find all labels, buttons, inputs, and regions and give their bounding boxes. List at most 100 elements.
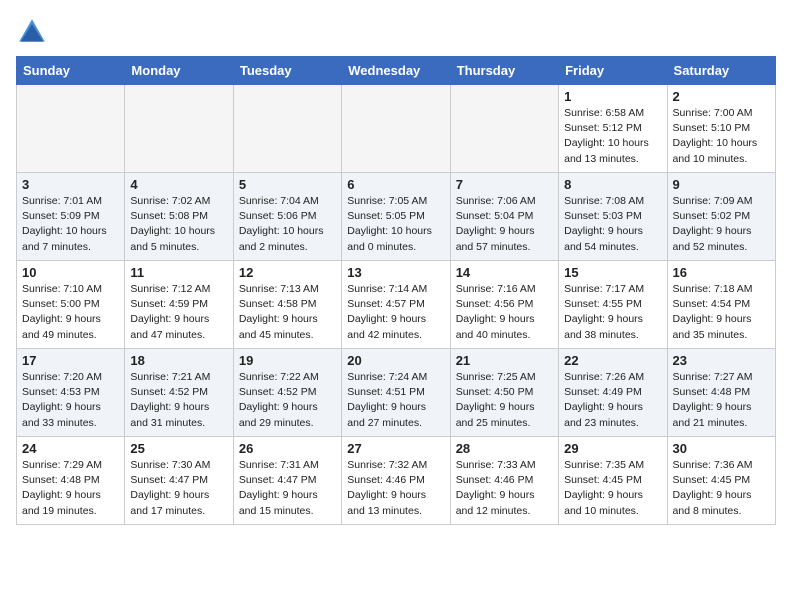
day-info: Sunrise: 7:18 AM Sunset: 4:54 PM Dayligh… bbox=[673, 282, 770, 343]
day-number: 19 bbox=[239, 353, 336, 368]
day-info: Sunrise: 7:12 AM Sunset: 4:59 PM Dayligh… bbox=[130, 282, 227, 343]
calendar-cell: 26Sunrise: 7:31 AM Sunset: 4:47 PM Dayli… bbox=[233, 437, 341, 525]
logo-icon bbox=[16, 16, 48, 48]
day-info: Sunrise: 6:58 AM Sunset: 5:12 PM Dayligh… bbox=[564, 106, 661, 167]
calendar-cell: 11Sunrise: 7:12 AM Sunset: 4:59 PM Dayli… bbox=[125, 261, 233, 349]
calendar-cell bbox=[17, 85, 125, 173]
calendar-table: SundayMondayTuesdayWednesdayThursdayFrid… bbox=[16, 56, 776, 525]
day-info: Sunrise: 7:13 AM Sunset: 4:58 PM Dayligh… bbox=[239, 282, 336, 343]
day-info: Sunrise: 7:16 AM Sunset: 4:56 PM Dayligh… bbox=[456, 282, 553, 343]
calendar-cell: 16 Sunrise: 7:18 AM Sunset: 4:54 PM Dayli… bbox=[667, 261, 775, 349]
calendar-cell: 9Sunrise: 7:09 AM Sunset: 5:02 PM Daylig… bbox=[667, 173, 775, 261]
calendar-cell: 10 Sunrise: 7:10 AM Sunset: 5:00 PM Dayli… bbox=[17, 261, 125, 349]
day-header-thursday: Thursday bbox=[450, 57, 558, 85]
day-info: Sunrise: 7:04 AM Sunset: 5:06 PM Dayligh… bbox=[239, 194, 336, 255]
day-info: Sunrise: 7:32 AM Sunset: 4:46 PM Dayligh… bbox=[347, 458, 444, 519]
day-number: 23 bbox=[673, 353, 770, 368]
day-number: 4 bbox=[130, 177, 227, 192]
calendar-cell bbox=[342, 85, 450, 173]
day-header-monday: Monday bbox=[125, 57, 233, 85]
calendar-cell: 17 Sunrise: 7:20 AM Sunset: 4:53 PM Dayli… bbox=[17, 349, 125, 437]
calendar-header-row: SundayMondayTuesdayWednesdayThursdayFrid… bbox=[17, 57, 776, 85]
calendar-cell: 2Sunrise: 7:00 AM Sunset: 5:10 PM Daylig… bbox=[667, 85, 775, 173]
calendar-cell: 8Sunrise: 7:08 AM Sunset: 5:03 PM Daylig… bbox=[559, 173, 667, 261]
day-number: 25 bbox=[130, 441, 227, 456]
day-number: 13 bbox=[347, 265, 444, 280]
day-info: Sunrise: 7:22 AM Sunset: 4:52 PM Dayligh… bbox=[239, 370, 336, 431]
day-info: Sunrise: 7:26 AM Sunset: 4:49 PM Dayligh… bbox=[564, 370, 661, 431]
day-info: Sunrise: 7:09 AM Sunset: 5:02 PM Dayligh… bbox=[673, 194, 770, 255]
day-number: 8 bbox=[564, 177, 661, 192]
calendar-cell: 25Sunrise: 7:30 AM Sunset: 4:47 PM Dayli… bbox=[125, 437, 233, 525]
calendar-cell bbox=[125, 85, 233, 173]
calendar-cell: 23 Sunrise: 7:27 AM Sunset: 4:48 PM Dayli… bbox=[667, 349, 775, 437]
day-info: Sunrise: 7:05 AM Sunset: 5:05 PM Dayligh… bbox=[347, 194, 444, 255]
day-header-wednesday: Wednesday bbox=[342, 57, 450, 85]
calendar-cell: 4 Sunrise: 7:02 AM Sunset: 5:08 PM Daylig… bbox=[125, 173, 233, 261]
day-number: 28 bbox=[456, 441, 553, 456]
calendar-cell: 5Sunrise: 7:04 AM Sunset: 5:06 PM Daylig… bbox=[233, 173, 341, 261]
day-info: Sunrise: 7:24 AM Sunset: 4:51 PM Dayligh… bbox=[347, 370, 444, 431]
day-number: 24 bbox=[22, 441, 119, 456]
day-number: 30 bbox=[673, 441, 770, 456]
day-number: 15 bbox=[564, 265, 661, 280]
day-number: 17 bbox=[22, 353, 119, 368]
week-row-2: 3 Sunrise: 7:01 AM Sunset: 5:09 PM Daylig… bbox=[17, 173, 776, 261]
calendar-cell: 14 Sunrise: 7:16 AM Sunset: 4:56 PM Dayli… bbox=[450, 261, 558, 349]
calendar-cell: 27 Sunrise: 7:32 AM Sunset: 4:46 PM Dayli… bbox=[342, 437, 450, 525]
calendar-cell: 20 Sunrise: 7:24 AM Sunset: 4:51 PM Dayli… bbox=[342, 349, 450, 437]
day-header-tuesday: Tuesday bbox=[233, 57, 341, 85]
day-info: Sunrise: 7:25 AM Sunset: 4:50 PM Dayligh… bbox=[456, 370, 553, 431]
day-info: Sunrise: 7:20 AM Sunset: 4:53 PM Dayligh… bbox=[22, 370, 119, 431]
day-number: 29 bbox=[564, 441, 661, 456]
day-number: 7 bbox=[456, 177, 553, 192]
day-info: Sunrise: 7:21 AM Sunset: 4:52 PM Dayligh… bbox=[130, 370, 227, 431]
week-row-5: 24 Sunrise: 7:29 AM Sunset: 4:48 PM Dayli… bbox=[17, 437, 776, 525]
day-info: Sunrise: 7:10 AM Sunset: 5:00 PM Dayligh… bbox=[22, 282, 119, 343]
day-number: 14 bbox=[456, 265, 553, 280]
day-info: Sunrise: 7:02 AM Sunset: 5:08 PM Dayligh… bbox=[130, 194, 227, 255]
day-info: Sunrise: 7:36 AM Sunset: 4:45 PM Dayligh… bbox=[673, 458, 770, 519]
calendar-cell: 15 Sunrise: 7:17 AM Sunset: 4:55 PM Dayli… bbox=[559, 261, 667, 349]
calendar-cell: 28 Sunrise: 7:33 AM Sunset: 4:46 PM Dayli… bbox=[450, 437, 558, 525]
calendar-cell bbox=[233, 85, 341, 173]
day-number: 10 bbox=[22, 265, 119, 280]
calendar-cell: 7 Sunrise: 7:06 AM Sunset: 5:04 PM Daylig… bbox=[450, 173, 558, 261]
calendar-cell: 18Sunrise: 7:21 AM Sunset: 4:52 PM Dayli… bbox=[125, 349, 233, 437]
calendar-cell: 12Sunrise: 7:13 AM Sunset: 4:58 PM Dayli… bbox=[233, 261, 341, 349]
calendar-cell: 1 Sunrise: 6:58 AM Sunset: 5:12 PM Daylig… bbox=[559, 85, 667, 173]
day-header-saturday: Saturday bbox=[667, 57, 775, 85]
calendar-cell: 22 Sunrise: 7:26 AM Sunset: 4:49 PM Dayli… bbox=[559, 349, 667, 437]
calendar-body: 1 Sunrise: 6:58 AM Sunset: 5:12 PM Daylig… bbox=[17, 85, 776, 525]
day-info: Sunrise: 7:01 AM Sunset: 5:09 PM Dayligh… bbox=[22, 194, 119, 255]
day-number: 21 bbox=[456, 353, 553, 368]
day-number: 6 bbox=[347, 177, 444, 192]
day-header-sunday: Sunday bbox=[17, 57, 125, 85]
day-number: 27 bbox=[347, 441, 444, 456]
day-number: 2 bbox=[673, 89, 770, 104]
calendar-cell bbox=[450, 85, 558, 173]
day-number: 22 bbox=[564, 353, 661, 368]
day-number: 1 bbox=[564, 89, 661, 104]
calendar-cell: 21 Sunrise: 7:25 AM Sunset: 4:50 PM Dayli… bbox=[450, 349, 558, 437]
day-info: Sunrise: 7:29 AM Sunset: 4:48 PM Dayligh… bbox=[22, 458, 119, 519]
week-row-1: 1 Sunrise: 6:58 AM Sunset: 5:12 PM Daylig… bbox=[17, 85, 776, 173]
calendar-cell: 3 Sunrise: 7:01 AM Sunset: 5:09 PM Daylig… bbox=[17, 173, 125, 261]
day-number: 20 bbox=[347, 353, 444, 368]
calendar-cell: 13 Sunrise: 7:14 AM Sunset: 4:57 PM Dayli… bbox=[342, 261, 450, 349]
calendar-cell: 19 Sunrise: 7:22 AM Sunset: 4:52 PM Dayli… bbox=[233, 349, 341, 437]
day-header-friday: Friday bbox=[559, 57, 667, 85]
day-info: Sunrise: 7:06 AM Sunset: 5:04 PM Dayligh… bbox=[456, 194, 553, 255]
week-row-3: 10 Sunrise: 7:10 AM Sunset: 5:00 PM Dayli… bbox=[17, 261, 776, 349]
day-info: Sunrise: 7:17 AM Sunset: 4:55 PM Dayligh… bbox=[564, 282, 661, 343]
calendar-cell: 29 Sunrise: 7:35 AM Sunset: 4:45 PM Dayli… bbox=[559, 437, 667, 525]
calendar-cell: 30 Sunrise: 7:36 AM Sunset: 4:45 PM Dayli… bbox=[667, 437, 775, 525]
page-header bbox=[16, 16, 776, 48]
day-number: 16 bbox=[673, 265, 770, 280]
day-number: 3 bbox=[22, 177, 119, 192]
day-info: Sunrise: 7:35 AM Sunset: 4:45 PM Dayligh… bbox=[564, 458, 661, 519]
week-row-4: 17 Sunrise: 7:20 AM Sunset: 4:53 PM Dayli… bbox=[17, 349, 776, 437]
day-info: Sunrise: 7:33 AM Sunset: 4:46 PM Dayligh… bbox=[456, 458, 553, 519]
day-info: Sunrise: 7:27 AM Sunset: 4:48 PM Dayligh… bbox=[673, 370, 770, 431]
day-info: Sunrise: 7:14 AM Sunset: 4:57 PM Dayligh… bbox=[347, 282, 444, 343]
